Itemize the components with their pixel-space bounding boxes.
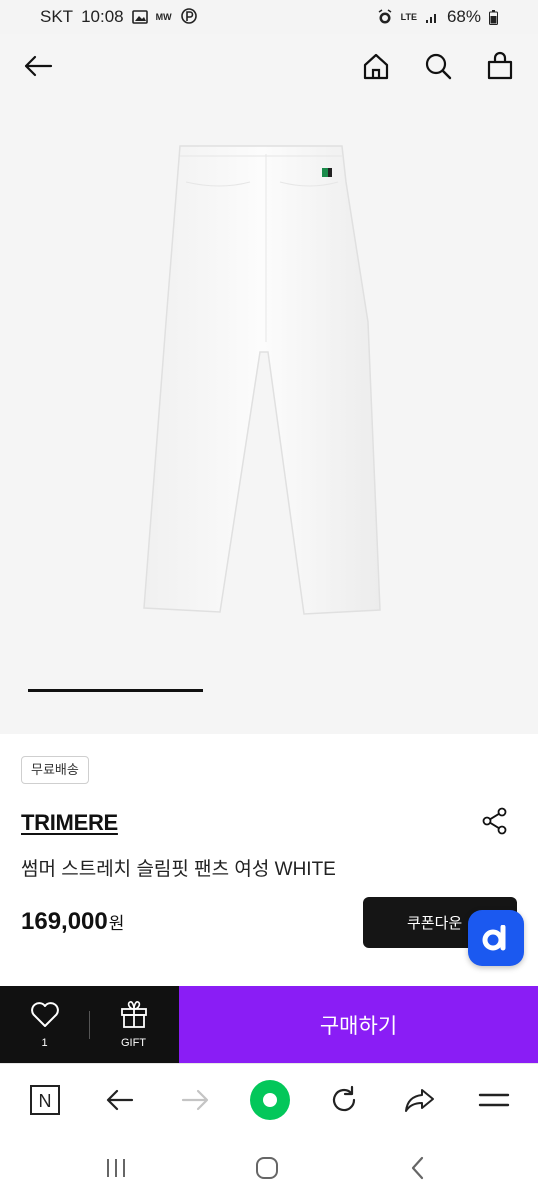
status-bar: SKT 10:08 MW LTE 68% xyxy=(0,0,538,34)
battery-label: 68% xyxy=(446,7,481,26)
alarm-icon xyxy=(377,9,393,25)
signal-icon xyxy=(425,10,439,24)
image-slider-indicator xyxy=(28,689,203,692)
forward-icon[interactable] xyxy=(173,1078,217,1122)
reload-icon[interactable] xyxy=(322,1078,366,1122)
back-icon[interactable] xyxy=(98,1078,142,1122)
menu-icon[interactable] xyxy=(472,1078,516,1122)
price-value: 169,000 xyxy=(21,908,108,935)
buy-bar: 1 GIFT 구매하기 xyxy=(0,986,538,1063)
top-nav xyxy=(0,34,538,98)
browser-toolbar: N xyxy=(0,1063,538,1135)
product-image-area[interactable] xyxy=(0,34,538,734)
price: 169,000원 xyxy=(21,908,124,936)
home-circle-icon[interactable] xyxy=(252,1153,282,1183)
like-count: 1 xyxy=(41,1036,48,1049)
share-icon[interactable] xyxy=(480,806,510,836)
product-name: 썸머 스트레치 슬림핏 팬츠 여성 WHITE xyxy=(21,859,336,880)
lte-icon: LTE xyxy=(400,11,417,22)
buy-bar-actions: 1 GIFT xyxy=(0,986,179,1063)
green-circle-icon[interactable] xyxy=(248,1078,292,1122)
gift-icon xyxy=(119,1000,149,1033)
naver-n-label: N xyxy=(39,1091,52,1111)
gift-label: GIFT xyxy=(120,1037,147,1049)
heart-icon xyxy=(30,1001,60,1033)
p-icon xyxy=(180,8,198,26)
search-icon[interactable] xyxy=(420,48,456,84)
white-pants-image xyxy=(140,142,390,622)
status-right: LTE 68% xyxy=(377,7,498,27)
system-nav-bar xyxy=(0,1135,538,1200)
time-label: 10:08 xyxy=(81,7,124,26)
free-shipping-badge: 무료배송 xyxy=(21,756,89,784)
battery-icon xyxy=(489,9,498,25)
back-arrow-icon[interactable] xyxy=(20,48,56,84)
carrier-label: SKT xyxy=(40,7,74,26)
product-info: 무료배송 TRIMERE 썸머 스트레치 슬림핏 팬츠 여성 WHITE 169… xyxy=(0,734,538,986)
share-arrow-icon[interactable] xyxy=(397,1078,441,1122)
image-icon xyxy=(131,10,148,24)
like-button[interactable]: 1 xyxy=(0,986,89,1063)
naver-n-icon[interactable]: N xyxy=(23,1078,67,1122)
gift-button[interactable]: GIFT xyxy=(89,986,178,1063)
back-chevron-icon[interactable] xyxy=(403,1153,433,1183)
home-icon[interactable] xyxy=(358,48,394,84)
buy-now-button[interactable]: 구매하기 xyxy=(179,986,538,1063)
shopping-bag-icon[interactable] xyxy=(482,48,518,84)
mw-icon: MW xyxy=(155,11,172,22)
floating-d-button[interactable] xyxy=(468,910,524,966)
price-unit: 원 xyxy=(108,914,125,933)
buy-divider xyxy=(89,1011,90,1039)
status-left: SKT 10:08 MW xyxy=(40,7,198,27)
coupon-label: 쿠폰다운 xyxy=(407,915,463,932)
recent-apps-icon[interactable] xyxy=(101,1153,131,1183)
brand-link[interactable]: TRIMERE xyxy=(21,810,118,836)
